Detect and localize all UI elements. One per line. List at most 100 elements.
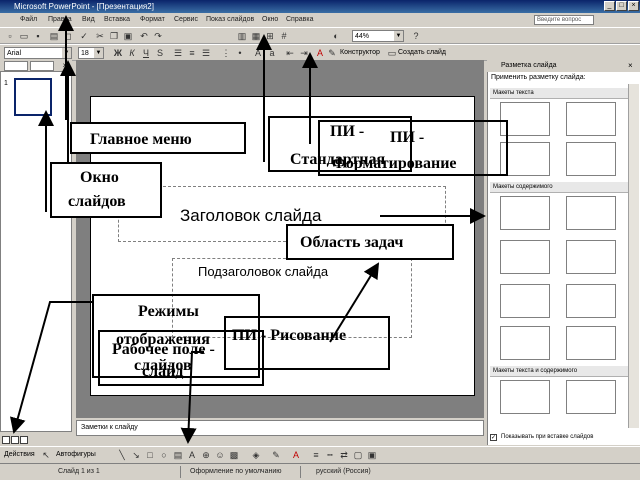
fill-color-icon[interactable]: ◈ [250, 449, 262, 461]
redo-icon[interactable]: ↷ [152, 30, 164, 42]
3d-style-icon[interactable]: ▣ [366, 449, 378, 461]
maximize-button[interactable]: □ [616, 1, 627, 11]
layout-content-5[interactable] [566, 284, 616, 318]
copy-icon[interactable]: ❐ [108, 30, 120, 42]
chevron-down-icon[interactable]: ▼ [394, 31, 403, 41]
help-icon[interactable]: ? [410, 30, 422, 42]
normal-view-button[interactable] [2, 436, 10, 444]
callout-view-modes-line1: Режимы [138, 303, 199, 320]
table-icon[interactable]: ▦ [250, 30, 262, 42]
menu-format[interactable]: Формат [140, 13, 165, 27]
menu-view[interactable]: Вид [82, 13, 95, 27]
align-center-icon[interactable]: ≡ [186, 47, 198, 59]
layout-content-4[interactable] [500, 284, 550, 318]
shadow-button[interactable]: S [154, 47, 166, 59]
line-icon[interactable]: ╲ [116, 449, 128, 461]
underline-button[interactable]: Ч [140, 47, 152, 59]
layout-text-content-2[interactable] [566, 380, 616, 414]
layout-content-3[interactable] [566, 240, 616, 274]
italic-button[interactable]: К [126, 47, 138, 59]
design-icon[interactable]: ✎ [326, 47, 338, 59]
menu-insert[interactable]: Вставка [104, 13, 130, 27]
font-grow-icon[interactable]: A [252, 47, 264, 59]
font-color-icon[interactable]: A [314, 47, 326, 59]
undo-icon[interactable]: ↶ [138, 30, 150, 42]
font-combo[interactable]: Arial ▼ [4, 47, 72, 59]
align-left-icon[interactable]: ☰ [172, 47, 184, 59]
show-on-insert-checkbox[interactable]: ✓ [490, 434, 497, 441]
open-icon[interactable]: ▭ [18, 30, 30, 42]
indent-decrease-icon[interactable]: ⇤ [284, 47, 296, 59]
layout-title-only[interactable] [566, 102, 616, 136]
select-arrow-icon[interactable]: ↖ [40, 449, 52, 461]
close-icon[interactable]: × [60, 61, 70, 71]
menu-file[interactable]: Файл [20, 13, 37, 27]
ellipse-icon[interactable]: ○ [158, 449, 170, 461]
align-right-icon[interactable]: ☰ [200, 47, 212, 59]
layout-text-content[interactable] [500, 380, 550, 414]
tab-slides[interactable] [30, 61, 54, 71]
slide-thumbnail[interactable] [14, 78, 52, 116]
line-style-icon[interactable]: ≡ [310, 449, 322, 461]
notes-pane[interactable]: Заметки к слайду [76, 420, 484, 436]
chevron-down-icon[interactable]: ▼ [62, 48, 71, 58]
print-icon[interactable]: ▤ [48, 30, 60, 42]
rectangle-icon[interactable]: □ [144, 449, 156, 461]
actions-menu[interactable]: Действия [4, 449, 35, 461]
new-slide-icon[interactable]: ▭ [386, 47, 398, 59]
shadow-style-icon[interactable]: ▢ [352, 449, 364, 461]
bold-button[interactable]: Ж [112, 47, 124, 59]
font-shrink-icon[interactable]: a [266, 47, 278, 59]
layout-content[interactable] [566, 196, 616, 230]
menu-window[interactable]: Окно [262, 13, 278, 27]
layout-blank[interactable] [500, 196, 550, 230]
bullets-icon[interactable]: • [234, 47, 246, 59]
cut-icon[interactable]: ✂ [94, 30, 106, 42]
font-color-icon[interactable]: A [290, 449, 302, 461]
close-button[interactable]: × [628, 1, 639, 11]
task-pane-scrollbar[interactable] [628, 84, 639, 428]
designer-button[interactable]: Конструктор [340, 47, 380, 59]
preview-icon[interactable]: ◻ [62, 30, 74, 42]
status-language: русский (Россия) [316, 468, 371, 475]
slideshow-view-button[interactable] [20, 436, 28, 444]
chevron-down-icon[interactable]: ▼ [94, 48, 103, 58]
minimize-button[interactable]: _ [604, 1, 615, 11]
save-icon[interactable]: ▪ [32, 30, 44, 42]
wordart-icon[interactable]: A [186, 449, 198, 461]
textbox-icon[interactable]: ▤ [172, 449, 184, 461]
new-slide-button[interactable]: Создать слайд [398, 47, 446, 59]
help-search-input[interactable]: Введите вопрос [534, 15, 594, 25]
close-icon[interactable]: × [628, 60, 638, 72]
diagram-icon[interactable]: ⊕ [200, 449, 212, 461]
zoom-combo[interactable]: 44% ▼ [352, 30, 404, 42]
autoshapes-menu[interactable]: Автофигуры [56, 449, 96, 461]
menu-help[interactable]: Справка [286, 13, 313, 27]
grid-icon[interactable]: # [278, 30, 290, 42]
font-size-combo[interactable]: 18 ▼ [78, 47, 104, 59]
menu-tools[interactable]: Сервис [174, 13, 198, 27]
arrow-style-icon[interactable]: ⇄ [338, 449, 350, 461]
clipart-icon[interactable]: ☺ [214, 449, 226, 461]
color-icon[interactable]: ◐ [330, 30, 342, 42]
indent-increase-icon[interactable]: ⇥ [298, 47, 310, 59]
spellcheck-icon[interactable]: ✓ [78, 30, 90, 42]
expand-icon[interactable]: ⊞ [264, 30, 276, 42]
new-icon[interactable]: ▫ [4, 30, 16, 42]
menu-slideshow[interactable]: Показ слайдов [206, 13, 254, 27]
arrow-icon[interactable]: ↘ [130, 449, 142, 461]
layout-two-columns[interactable] [566, 142, 616, 176]
chart-icon[interactable]: ▥ [236, 30, 248, 42]
numbering-icon[interactable]: ⋮ [220, 47, 232, 59]
layout-content-2[interactable] [500, 240, 550, 274]
status-design: Оформление по умолчанию [190, 468, 282, 475]
menu-edit[interactable]: Правка [48, 13, 72, 27]
picture-icon[interactable]: ▩ [228, 449, 240, 461]
layout-content-7[interactable] [566, 326, 616, 360]
paste-icon[interactable]: ▣ [122, 30, 134, 42]
sorter-view-button[interactable] [11, 436, 19, 444]
tab-outline[interactable] [4, 61, 28, 71]
line-color-icon[interactable]: ✎ [270, 449, 282, 461]
dash-style-icon[interactable]: ┅ [324, 449, 336, 461]
layout-content-6[interactable] [500, 326, 550, 360]
